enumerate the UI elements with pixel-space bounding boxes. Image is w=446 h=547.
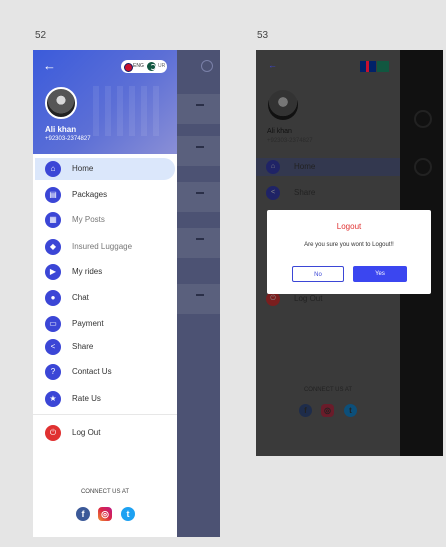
connect-title: CONNECT US AT: [80, 489, 130, 495]
menu-label: Insured Luggage: [72, 242, 133, 251]
menu-item-insured-luggage[interactable]: ◆ Insured Luggage: [33, 236, 177, 258]
menu-item-payment[interactable]: ▭ Payment: [33, 313, 177, 335]
location-pin-icon: [414, 110, 432, 128]
underlay-card: [177, 228, 220, 258]
underlay-card: [177, 284, 220, 314]
menu-label: Packages: [72, 190, 108, 199]
menu-item-my-posts[interactable]: ▦ My Posts: [33, 209, 177, 231]
menu-label: Home: [294, 162, 316, 171]
twitter-icon: t: [344, 404, 357, 417]
user-name: Ali khan: [267, 128, 292, 135]
screen-number-left: 52: [35, 30, 47, 41]
background-content: [177, 50, 220, 537]
menu-label: My rides: [72, 267, 103, 276]
facebook-icon[interactable]: f: [76, 507, 90, 521]
divider: [33, 414, 177, 415]
user-phone: +92303-2374827: [267, 138, 313, 144]
location-pin-icon: [414, 158, 432, 176]
menu-label: Share: [294, 188, 316, 197]
language-ur-label: UR: [158, 63, 166, 69]
user-name: Ali khan: [45, 125, 77, 134]
menu-label: Log Out: [294, 294, 323, 303]
truck-icon: ▶: [45, 264, 61, 280]
language-toggle[interactable]: ENG UR: [121, 60, 167, 73]
screen-number-right: 53: [257, 30, 269, 41]
menu-label: Payment: [72, 319, 104, 328]
facebook-icon: f: [299, 404, 312, 417]
instagram-icon: ◎: [321, 404, 334, 417]
avatar[interactable]: [45, 87, 77, 119]
menu-item-contact-us[interactable]: ? Contact Us: [33, 361, 177, 383]
chat-icon: ●: [45, 290, 61, 306]
menu-item-share[interactable]: < Share: [33, 336, 177, 358]
posts-icon: ▦: [45, 212, 61, 228]
logout-dialog: Logout Are you sure you wont to Logout!!…: [267, 210, 431, 294]
menu-label: My Posts: [72, 215, 105, 224]
bell-icon: [201, 60, 213, 72]
connect-title: CONNECT US AT: [303, 387, 353, 393]
menu-label: Rate Us: [72, 394, 101, 403]
yes-button[interactable]: Yes: [353, 266, 407, 282]
navigation-drawer: ← ENG UR Ali khan +92303-2374827 ⌂ Home …: [33, 50, 177, 537]
user-phone: +92303-2374827: [45, 136, 91, 142]
logout-icon: ⏻: [45, 425, 61, 441]
dialog-message: Are you sure you wont to Logout!!: [304, 242, 394, 248]
language-en-label: ENG: [133, 63, 144, 69]
star-icon: ★: [45, 391, 61, 407]
drawer-screen: ← ENG UR Ali khan +92303-2374827 ⌂ Home …: [33, 50, 220, 537]
pakistan-flag-icon: [147, 62, 156, 71]
menu-item-packages[interactable]: ▤ Packages: [33, 184, 177, 206]
package-icon: ▤: [45, 187, 61, 203]
menu-label: Share: [72, 342, 94, 351]
arrow-left-icon[interactable]: ←: [268, 60, 277, 70]
logout-icon: ⏻: [266, 292, 280, 306]
menu-item-chat[interactable]: ● Chat: [33, 287, 177, 309]
drawer-header: ← ENG UR Ali khan +92303-2374827: [33, 50, 177, 154]
share-icon: <: [266, 186, 280, 200]
menu-label: Contact Us: [72, 367, 112, 376]
question-icon: ?: [45, 364, 61, 380]
arrow-left-icon[interactable]: ←: [43, 58, 56, 73]
underlay-card: [177, 182, 220, 212]
uk-flag-icon[interactable]: [360, 61, 376, 72]
home-icon: ⌂: [266, 160, 280, 174]
avatar: [268, 90, 298, 120]
menu-label: Log Out: [72, 428, 101, 437]
payment-icon: ▭: [45, 316, 61, 332]
underlay-card: [177, 136, 220, 166]
home-icon: ⌂: [45, 161, 61, 177]
no-button[interactable]: No: [292, 266, 344, 282]
luggage-icon: ◆: [45, 239, 61, 255]
menu-item-home: ⌂ Home: [256, 158, 400, 176]
menu-label: Home: [72, 164, 94, 173]
header-background-image: [93, 86, 163, 136]
menu-label: Chat: [72, 293, 89, 302]
underlay-card: [177, 94, 220, 124]
logout-dialog-screen: ← Ali khan +92303-2374827 ⌂ Home < Share…: [256, 50, 443, 456]
menu-item-share: < Share: [256, 184, 400, 202]
menu-item-my-rides[interactable]: ▶ My rides: [33, 261, 177, 283]
share-icon: <: [45, 339, 61, 355]
menu-item-rate-us[interactable]: ★ Rate Us: [33, 388, 177, 410]
pakistan-flag-icon[interactable]: [377, 61, 389, 72]
menu-item-log-out[interactable]: ⏻ Log Out: [33, 422, 177, 444]
menu-item-home[interactable]: ⌂ Home: [33, 158, 177, 180]
instagram-icon[interactable]: ◎: [98, 507, 112, 521]
dialog-title: Logout: [336, 222, 362, 231]
twitter-icon[interactable]: t: [121, 507, 135, 521]
